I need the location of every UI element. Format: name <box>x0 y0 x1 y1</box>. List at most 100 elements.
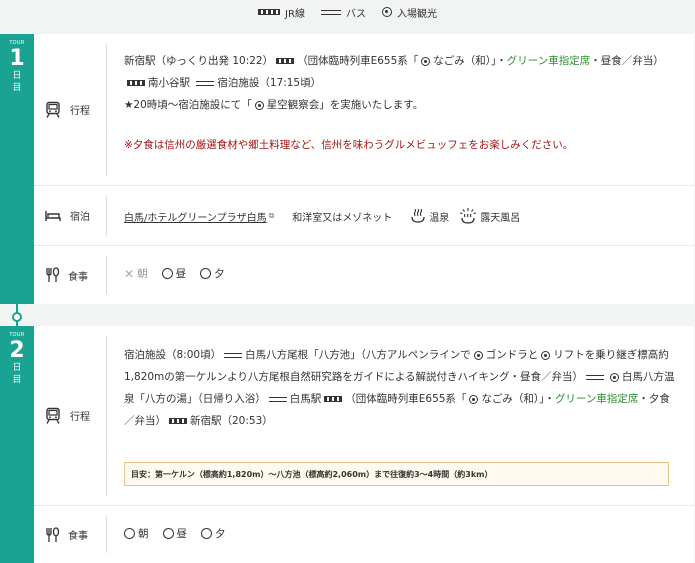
day-2-tab: TOUR 2 日 目 <box>0 326 34 563</box>
meal-dinner: 夕 <box>200 266 225 281</box>
jr-line-icon <box>169 418 187 424</box>
meal-label: 昼 <box>176 528 188 540</box>
meal-label: 昼 <box>175 268 187 280</box>
jr-line-icon <box>258 9 281 15</box>
open-air-bath-icon <box>460 208 477 224</box>
green-car-text: グリーン車指定席 <box>554 393 639 405</box>
schedule-label: 行程 <box>34 34 106 185</box>
bus-line-icon <box>268 396 287 402</box>
stay-label-text: 宿泊 <box>70 212 90 223</box>
itin-seg: 宿泊施設（17:15頃） <box>217 77 322 89</box>
circle-icon <box>200 268 212 279</box>
rotenburo-tag: 露天風呂 <box>459 208 520 224</box>
meal-label: 朝 <box>137 268 148 280</box>
bus-line-icon <box>320 9 341 15</box>
bus-line-icon <box>196 80 215 86</box>
green-car-text: グリーン車指定席 <box>506 55 591 67</box>
jr-line-icon <box>324 396 343 402</box>
itin-seg: （団体臨時列車E655系「 <box>297 55 419 67</box>
room-type: 和洋室又はメゾネット <box>292 212 393 224</box>
row-divider <box>106 256 107 294</box>
hotel-link[interactable]: 白馬/ホテルグリーンプラザ白馬 <box>124 209 267 224</box>
bus-line-icon <box>586 374 605 380</box>
itin-seg: 新宿駅（ゆっくり出発 10:22） <box>124 55 274 67</box>
circle-icon <box>201 528 212 539</box>
onsen-label: 温泉 <box>429 212 450 224</box>
cross-icon: ✕ <box>124 266 135 281</box>
cutlery-icon <box>46 526 60 542</box>
meals-row: 食事 ✕ 朝 昼 夕 <box>34 246 694 304</box>
meal-label: 朝 <box>138 528 149 540</box>
meal-breakfast: 朝 <box>124 526 149 541</box>
day-2-card: 行程 宿泊施設（8:00頃） 白馬八方尾根「八方池」（八方アルペンラインで ゴンドラ… <box>34 326 694 563</box>
meals-label-text: 食事 <box>68 531 88 542</box>
sightseeing-icon <box>610 372 620 382</box>
legend-bus: バス <box>320 5 366 20</box>
sightseeing-icon <box>421 56 431 66</box>
itin-seg: （団体臨時列車E655系「 <box>345 393 467 405</box>
legend-jr-label: JR線 <box>285 8 305 20</box>
meal-breakfast: ✕ 朝 <box>124 266 148 281</box>
meals-label: 食事 <box>34 506 106 563</box>
itinerary-text: 宿泊施設（8:00頃） 白馬八方尾根「八方池」（八方アルペンラインで ゴンドラと リフ… <box>124 344 678 432</box>
legend-bus-label: バス <box>345 8 366 20</box>
row-divider <box>106 44 107 176</box>
itin-seg: なごみ（和）」・ <box>433 55 507 67</box>
meal-label: 夕 <box>215 528 226 540</box>
itin-seg: ゴンドラと <box>485 349 539 361</box>
day-char: 目 <box>12 83 22 93</box>
day-1-card: 行程 新宿駅（ゆっくり出発 10:22） （団体臨時列車E655系「 なごみ（和）」… <box>34 34 694 304</box>
jr-line-icon <box>127 80 145 86</box>
sightseeing-icon <box>473 350 483 360</box>
day-char: 日 <box>12 71 22 81</box>
schedule-label-text: 行程 <box>70 106 90 117</box>
row-divider <box>106 196 107 236</box>
day-char: 日 <box>12 363 22 373</box>
itin-seg: ・昼食／弁当） <box>590 55 664 67</box>
hiking-guide-note: 目安：第一ケルン（標高約1,820m）〜八方池（標高約2,060m）まで往復約3… <box>124 462 669 486</box>
itin-seg: 南小谷駅 <box>148 77 190 89</box>
legend-sight-label: 入場観光 <box>396 8 437 20</box>
day-1-tab: TOUR 1 日 目 <box>0 34 34 304</box>
schedule-row: 行程 新宿駅（ゆっくり出発 10:22） （団体臨時列車E655系「 なごみ（和）」… <box>34 34 694 186</box>
bed-icon <box>45 210 61 221</box>
dinner-note: ※夕食は信州の厳選食材や郷土料理など、信州を味わうグルメビュッフェをお楽しみくだ… <box>124 139 574 151</box>
jr-line-icon <box>276 58 295 64</box>
legend-jr: JR線 <box>258 5 305 20</box>
meal-list: 朝 昼 夕 <box>124 526 678 541</box>
itin-seg: 星空観察会」を実施いたします。 <box>266 99 424 111</box>
meal-dinner: 夕 <box>201 526 226 541</box>
itin-seg: 白馬駅 <box>289 393 322 405</box>
itin-seg: 白馬八方尾根「八方池」（八方アルペンラインで <box>245 349 471 361</box>
itin-seg: 宿泊施設（8:00頃） <box>124 349 222 361</box>
row-divider <box>106 336 107 496</box>
circle-icon <box>161 268 173 279</box>
onsen-tag: 温泉 <box>410 209 449 224</box>
circle-icon <box>162 528 174 539</box>
sightseeing-icon <box>541 350 551 360</box>
day-number: 2 <box>9 338 25 363</box>
day-connector-dot <box>12 312 22 322</box>
meal-label: 夕 <box>214 268 225 280</box>
circle-icon <box>124 528 135 539</box>
meals-label-text: 食事 <box>68 271 88 283</box>
itin-seg: なごみ（和）」・ <box>481 393 555 405</box>
meal-lunch: 昼 <box>162 526 188 541</box>
day-char: 目 <box>12 375 22 385</box>
train-icon <box>46 407 60 424</box>
meal-list: ✕ 朝 昼 夕 <box>124 266 678 281</box>
schedule-label-text: 行程 <box>70 412 90 423</box>
sightseeing-icon <box>381 7 392 17</box>
bus-line-icon <box>224 352 243 358</box>
sightseeing-icon <box>254 100 264 110</box>
meals-row: 食事 朝 昼 夕 <box>34 506 694 563</box>
itin-seg: 新宿駅（20:53） <box>190 415 273 427</box>
legend-sight: 入場観光 <box>381 5 437 20</box>
itinerary-text: 新宿駅（ゆっくり出発 10:22） （団体臨時列車E655系「 なごみ（和）」・グリ… <box>124 50 678 156</box>
rotenburo-label: 露天風呂 <box>480 212 521 224</box>
external-link-icon[interactable]: ⧉ <box>269 211 275 221</box>
stay-label: 宿泊 <box>34 186 106 245</box>
meals-label: 食事 <box>34 246 106 304</box>
schedule-row: 行程 宿泊施設（8:00頃） 白馬八方尾根「八方池」（八方アルペンラインで ゴンドラ… <box>34 326 694 506</box>
transport-legend: JR線 バス 入場観光 <box>0 0 695 24</box>
